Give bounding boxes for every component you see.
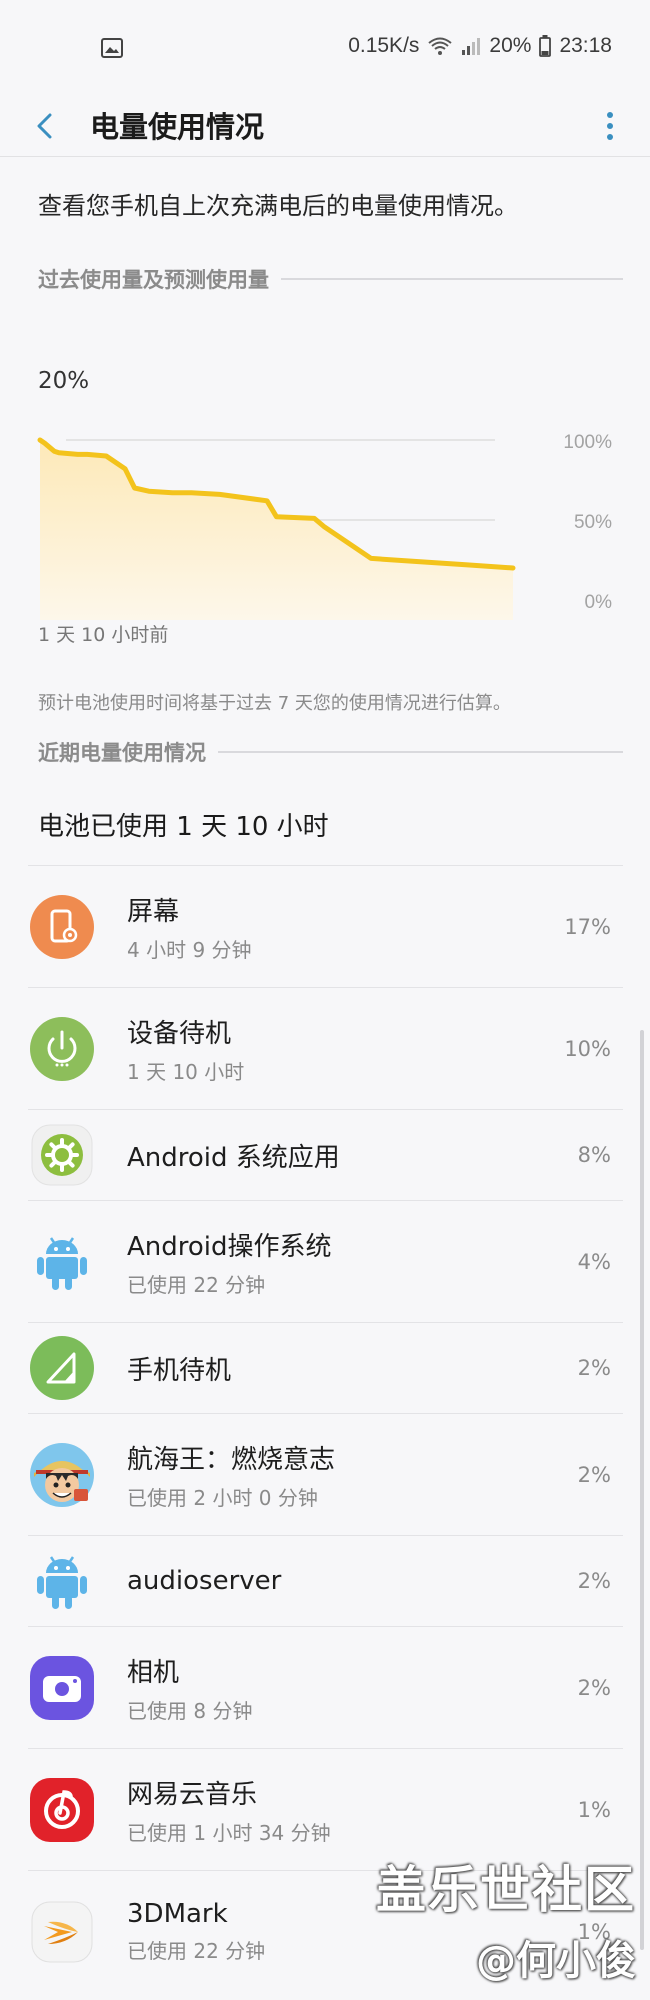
android-robot-icon [30, 1230, 94, 1294]
chart-x-start-label: 1 天 10 小时前 [38, 624, 169, 646]
app-usage-time: 已使用 8 分钟 [127, 1698, 253, 1723]
app-name: 相机 [127, 1657, 180, 1688]
app-name: audioserver [127, 1566, 282, 1596]
y-tick-label-50: 50% [574, 512, 612, 533]
app-name: 航海王：燃烧意志 [127, 1444, 336, 1475]
section-divider [281, 278, 623, 280]
section-header-recent: 近期电量使用情况 [38, 737, 623, 767]
app-percent: 2% [577, 1675, 611, 1700]
app-usage-time: 已使用 1 小时 34 分钟 [127, 1820, 331, 1845]
forecast-note: 预计电池使用时间将基于过去 7 天您的使用情况进行估算。 [38, 693, 511, 714]
app-item-screen[interactable]: 屏幕 4 小时 9 分钟 17% [28, 866, 623, 987]
app-item-device-standby[interactable]: 设备待机 1 天 10 小时 10% [28, 988, 623, 1109]
app-percent: 17% [564, 914, 611, 939]
android-system-gear-icon [30, 1123, 94, 1187]
app-bar: 电量使用情况 [0, 98, 650, 156]
app-percent: 4% [577, 1249, 611, 1274]
app-usage-time: 4 小时 9 分钟 [127, 937, 252, 962]
app-usage-time: 已使用 2 小时 0 分钟 [127, 1485, 318, 1510]
intro-text: 查看您手机自上次充满电后的电量使用情况。 [38, 192, 518, 220]
app-item-cell-standby[interactable]: 手机待机 2% [28, 1323, 623, 1413]
current-battery-level: 20% [38, 368, 90, 394]
more-options-button[interactable] [600, 104, 620, 148]
signal-icon [462, 38, 481, 55]
watermark-community: 盖乐世社区 [376, 1861, 636, 1919]
app-percent: 2% [577, 1356, 611, 1380]
section-divider [218, 751, 623, 753]
app-percent: 2% [577, 1569, 611, 1593]
back-icon [37, 113, 52, 139]
gallery-icon [101, 38, 123, 58]
app-usage-list: 屏幕 4 小时 9 分钟 17% 设备待机 1 天 10 小时 10% Andr… [28, 865, 623, 1992]
app-usage-time: 1 天 10 小时 [127, 1059, 245, 1084]
app-percent: 1% [577, 1797, 611, 1822]
app-item-android-os[interactable]: Android操作系统 已使用 22 分钟 4% [28, 1201, 623, 1322]
watermark-author: @何小俊 [476, 1938, 636, 1984]
page-title: 电量使用情况 [90, 110, 265, 144]
android-robot-icon [30, 1549, 94, 1613]
app-item-android-system-apps[interactable]: Android 系统应用 8% [28, 1110, 623, 1200]
battery-usage-chart: 100% 50% 0% [37, 432, 613, 620]
battery-percent: 20% [489, 34, 532, 57]
app-item-one-piece[interactable]: 航海王：燃烧意志 已使用 2 小时 0 分钟 2% [28, 1414, 623, 1535]
usage-area-fill [40, 440, 513, 620]
camera-icon [30, 1655, 94, 1720]
3dmark-icon [30, 1900, 94, 1964]
screen-icon [30, 894, 94, 959]
app-name: Android 系统应用 [127, 1142, 340, 1173]
one-piece-game-icon [30, 1442, 94, 1507]
app-name: 网易云音乐 [127, 1779, 258, 1810]
app-percent: 10% [564, 1036, 611, 1061]
more-vert-icon [607, 112, 613, 140]
watermark: 盖乐世社区 @何小俊 [376, 1850, 636, 1986]
section-title-history: 过去使用量及预测使用量 [38, 268, 269, 292]
app-usage-time: 已使用 22 分钟 [127, 1939, 266, 1963]
app-name: 3DMark [127, 1899, 228, 1929]
app-item-audioserver[interactable]: audioserver 2% [28, 1536, 623, 1626]
usage-total: 电池已使用 1 天 10 小时 [38, 812, 329, 842]
status-bar: 0.15K/s 20% 23:18 [0, 0, 650, 98]
wifi-icon [428, 37, 453, 55]
app-percent: 2% [577, 1462, 611, 1487]
app-name: 设备待机 [127, 1018, 232, 1049]
netease-music-icon [30, 1777, 94, 1842]
scrollbar[interactable] [640, 1030, 644, 1950]
app-bar-divider [0, 156, 650, 157]
section-header-history: 过去使用量及预测使用量 [38, 264, 623, 294]
power-standby-icon [30, 1016, 94, 1081]
app-name: 屏幕 [127, 896, 180, 927]
y-tick-label-0: 0% [585, 592, 613, 613]
battery-icon [539, 35, 552, 57]
section-title-recent: 近期电量使用情况 [38, 741, 206, 765]
app-usage-time: 已使用 22 分钟 [127, 1272, 266, 1297]
back-button[interactable] [30, 106, 60, 146]
clock: 23:18 [559, 34, 612, 57]
app-percent: 8% [577, 1143, 611, 1167]
app-name: 手机待机 [127, 1355, 232, 1386]
net-speed: 0.15K/s [348, 34, 420, 57]
app-name: Android操作系统 [127, 1231, 332, 1262]
cell-standby-icon [30, 1336, 94, 1400]
app-item-camera[interactable]: 相机 已使用 8 分钟 2% [28, 1627, 623, 1748]
y-tick-label-100: 100% [563, 432, 612, 453]
